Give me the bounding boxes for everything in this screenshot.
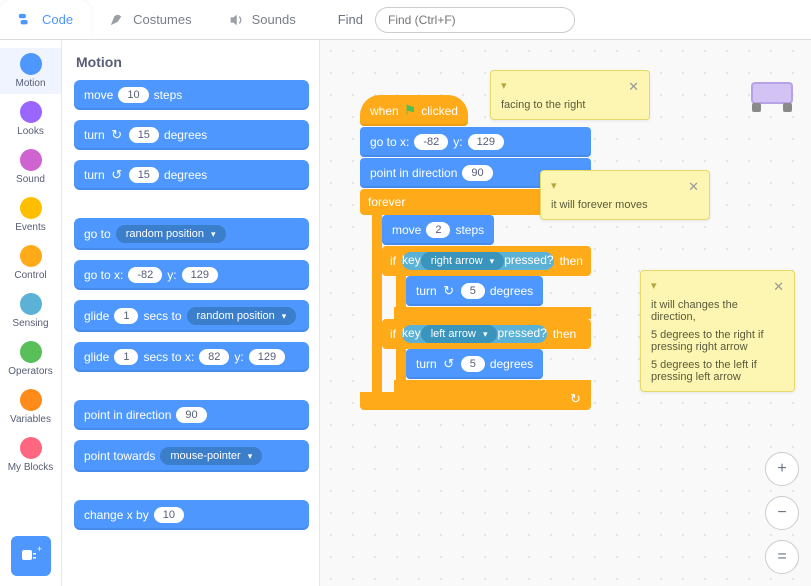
cw-icon: ↻ — [110, 127, 124, 143]
cat-dot — [20, 101, 42, 123]
zoom-in-button[interactable]: + — [765, 452, 799, 486]
script-stack[interactable]: when⚑clicked go to x:-82y:129 point in d… — [360, 95, 591, 410]
close-icon[interactable]: ✕ — [628, 79, 639, 95]
code-icon — [18, 13, 36, 27]
find-label: Find — [338, 12, 363, 27]
chevron-down-icon[interactable]: ▾ — [551, 179, 557, 195]
cat-sound[interactable]: Sound — [0, 144, 61, 190]
block-key-pressed[interactable]: keyleft arrowpressed? — [402, 325, 547, 343]
cat-operators[interactable]: Operators — [0, 336, 61, 382]
cat-motion[interactable]: Motion — [0, 48, 61, 94]
svg-text:+: + — [37, 545, 42, 554]
tab-sounds[interactable]: Sounds — [210, 0, 314, 39]
cat-control[interactable]: Control — [0, 240, 61, 286]
block-goto[interactable]: go torandom position — [74, 218, 309, 250]
zoom-out-button[interactable]: − — [765, 496, 799, 530]
cat-dot — [20, 245, 42, 267]
close-icon[interactable]: ✕ — [773, 279, 784, 295]
block-turn-ccw[interactable]: turn↺15degrees — [74, 160, 309, 190]
key-dropdown[interactable]: left arrow — [421, 325, 498, 343]
find-input[interactable] — [375, 7, 575, 33]
close-icon[interactable]: ✕ — [688, 179, 699, 195]
block-goto-xy[interactable]: go to x:-82y:129 — [74, 260, 309, 290]
sprite-thumbnail[interactable] — [749, 80, 795, 110]
workspace[interactable]: when⚑clicked go to x:-82y:129 point in d… — [320, 40, 811, 586]
add-extension-button[interactable]: + — [11, 536, 51, 576]
cat-events[interactable]: Events — [0, 192, 61, 238]
comment[interactable]: ▾✕ it will changes the direction, 5 degr… — [640, 270, 795, 392]
cat-dot — [20, 53, 42, 75]
tab-label: Costumes — [133, 12, 192, 27]
minus-icon: − — [777, 504, 786, 522]
tab-costumes[interactable]: Costumes — [91, 0, 210, 39]
block-palette: Motion move10steps turn↻15degrees turn↺1… — [62, 40, 320, 586]
cat-dot — [20, 149, 42, 171]
block-turn-cw[interactable]: turn↻5degrees — [406, 276, 543, 306]
cat-dot — [20, 197, 42, 219]
comment[interactable]: ▾✕ facing to the right — [490, 70, 650, 120]
block-when-flag[interactable]: when⚑clicked — [360, 95, 468, 126]
block-turn-cw[interactable]: turn↻15degrees — [74, 120, 309, 150]
block-if-left[interactable]: ifkeyleft arrowpressed?then — [382, 319, 591, 349]
block-glide-xy[interactable]: glide1secs to x:82y:129 — [74, 342, 309, 372]
cat-dot — [20, 293, 42, 315]
equals-icon: = — [777, 548, 786, 566]
ccw-icon: ↺ — [442, 356, 456, 372]
cat-dot — [20, 437, 42, 459]
block-move-steps[interactable]: move10steps — [74, 80, 309, 110]
cat-myblocks[interactable]: My Blocks — [0, 432, 61, 478]
flag-icon: ⚑ — [404, 102, 417, 119]
block-point-towards[interactable]: point towardsmouse-pointer — [74, 440, 309, 472]
block-turn-ccw[interactable]: turn↺5degrees — [406, 349, 543, 379]
loop-icon: ↻ — [570, 391, 581, 406]
ccw-icon: ↺ — [110, 167, 124, 183]
glide-dropdown[interactable]: random position — [187, 307, 297, 325]
zoom-reset-button[interactable]: = — [765, 540, 799, 574]
pointto-dropdown[interactable]: mouse-pointer — [160, 447, 262, 465]
cat-sensing[interactable]: Sensing — [0, 288, 61, 334]
goto-dropdown[interactable]: random position — [116, 225, 226, 243]
key-dropdown[interactable]: right arrow — [421, 252, 505, 270]
sounds-icon — [228, 13, 246, 27]
chevron-down-icon[interactable]: ▾ — [651, 279, 657, 295]
cat-looks[interactable]: Looks — [0, 96, 61, 142]
cat-dot — [20, 389, 42, 411]
block-change-x[interactable]: change x by10 — [74, 500, 309, 530]
tab-label: Code — [42, 12, 73, 27]
tab-label: Sounds — [252, 12, 296, 27]
block-point-direction[interactable]: point in direction90 — [74, 400, 309, 430]
category-rail: Motion Looks Sound Events Control Sensin… — [0, 40, 62, 586]
palette-heading: Motion — [76, 54, 309, 70]
cat-dot — [20, 341, 42, 363]
chevron-down-icon[interactable]: ▾ — [501, 79, 507, 95]
block-move-steps[interactable]: move2steps — [382, 215, 494, 245]
plus-icon: + — [777, 460, 786, 478]
block-goto-xy[interactable]: go to x:-82y:129 — [360, 127, 591, 157]
block-key-pressed[interactable]: keyright arrowpressed? — [402, 252, 554, 270]
comment[interactable]: ▾✕ it will forever moves — [540, 170, 710, 220]
cat-variables[interactable]: Variables — [0, 384, 61, 430]
costumes-icon — [109, 13, 127, 27]
tab-code[interactable]: Code — [0, 0, 91, 39]
block-if-right[interactable]: ifkeyright arrowpressed?then — [382, 246, 591, 276]
block-glide[interactable]: glide1secs torandom position — [74, 300, 309, 332]
cw-icon: ↻ — [442, 283, 456, 299]
